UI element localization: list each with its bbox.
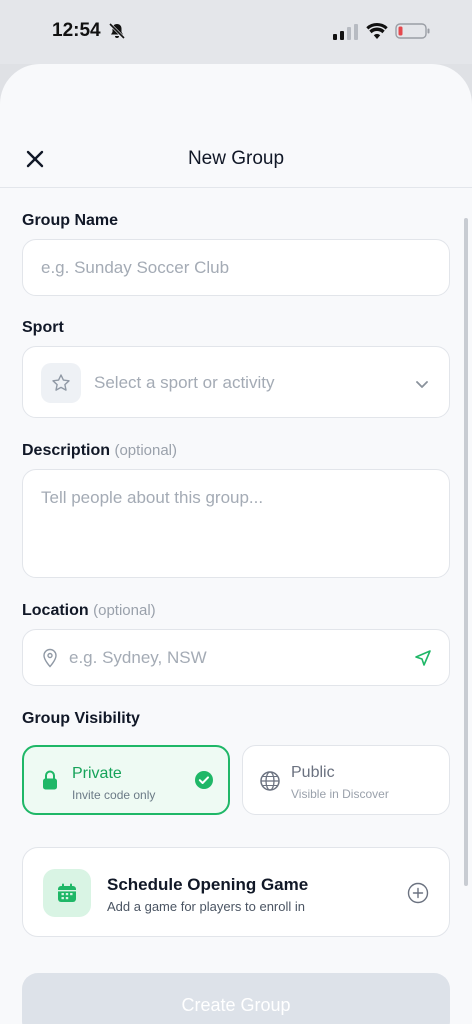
create-group-button[interactable]: Create Group [22, 973, 450, 1024]
status-time: 12:54 [52, 20, 101, 41]
calendar-icon [58, 883, 76, 902]
wifi-icon [366, 22, 388, 39]
private-subtitle: Invite code only [72, 788, 156, 802]
sport-label: Sport [22, 319, 64, 336]
scrollbar[interactable] [464, 218, 468, 886]
description-label-text: Description [22, 442, 111, 459]
location-input[interactable]: e.g. Sydney, NSW [22, 629, 450, 686]
group-name-label: Group Name [22, 212, 119, 229]
public-title: Public [291, 764, 335, 781]
location-placeholder: e.g. Sydney, NSW [69, 648, 207, 667]
sport-icon-box [41, 363, 81, 403]
description-optional: (optional) [114, 442, 178, 459]
sport-select[interactable]: Select a sport or activity [22, 346, 450, 418]
public-subtitle: Visible in Discover [291, 787, 389, 801]
lock-icon [43, 770, 57, 790]
new-group-sheet: New Group Group Name e.g. Sunday Soccer … [0, 64, 472, 1024]
schedule-subtitle: Add a game for players to enroll in [107, 899, 305, 914]
visibility-label: Group Visibility [22, 710, 140, 727]
chevron-down-icon [416, 381, 428, 388]
star-icon [52, 374, 70, 391]
private-title: Private [72, 765, 122, 782]
schedule-opening-game-card[interactable]: Schedule Opening Game Add a game for pla… [22, 847, 450, 937]
location-label-text: Location [22, 602, 89, 619]
description-textarea[interactable]: Tell people about this group... [22, 469, 450, 578]
description-placeholder: Tell people about this group... [41, 488, 264, 507]
map-pin-icon [43, 648, 57, 668]
group-name-input[interactable]: e.g. Sunday Soccer Club [22, 239, 450, 296]
header: New Group [0, 64, 472, 188]
schedule-title: Schedule Opening Game [107, 875, 309, 894]
visibility-option-public[interactable]: Public Visible in Discover [242, 745, 450, 815]
page-title: New Group [187, 148, 285, 169]
bell-off-icon [108, 22, 126, 40]
calendar-icon-box [43, 869, 91, 917]
plus-circle-icon[interactable] [407, 882, 429, 904]
battery-icon [395, 23, 430, 39]
check-circle-icon [195, 771, 213, 789]
group-name-placeholder: e.g. Sunday Soccer Club [41, 258, 230, 277]
description-label: Description (optional) [22, 442, 177, 460]
sport-placeholder: Select a sport or activity [94, 373, 275, 392]
location-optional: (optional) [93, 602, 156, 619]
location-label: Location (optional) [22, 602, 156, 620]
status-bar: 12:54 [0, 0, 472, 64]
globe-icon [260, 771, 280, 791]
signal-icon [333, 24, 358, 40]
visibility-option-private[interactable]: Private Invite code only [22, 745, 230, 815]
navigation-arrow-icon[interactable] [413, 648, 433, 668]
